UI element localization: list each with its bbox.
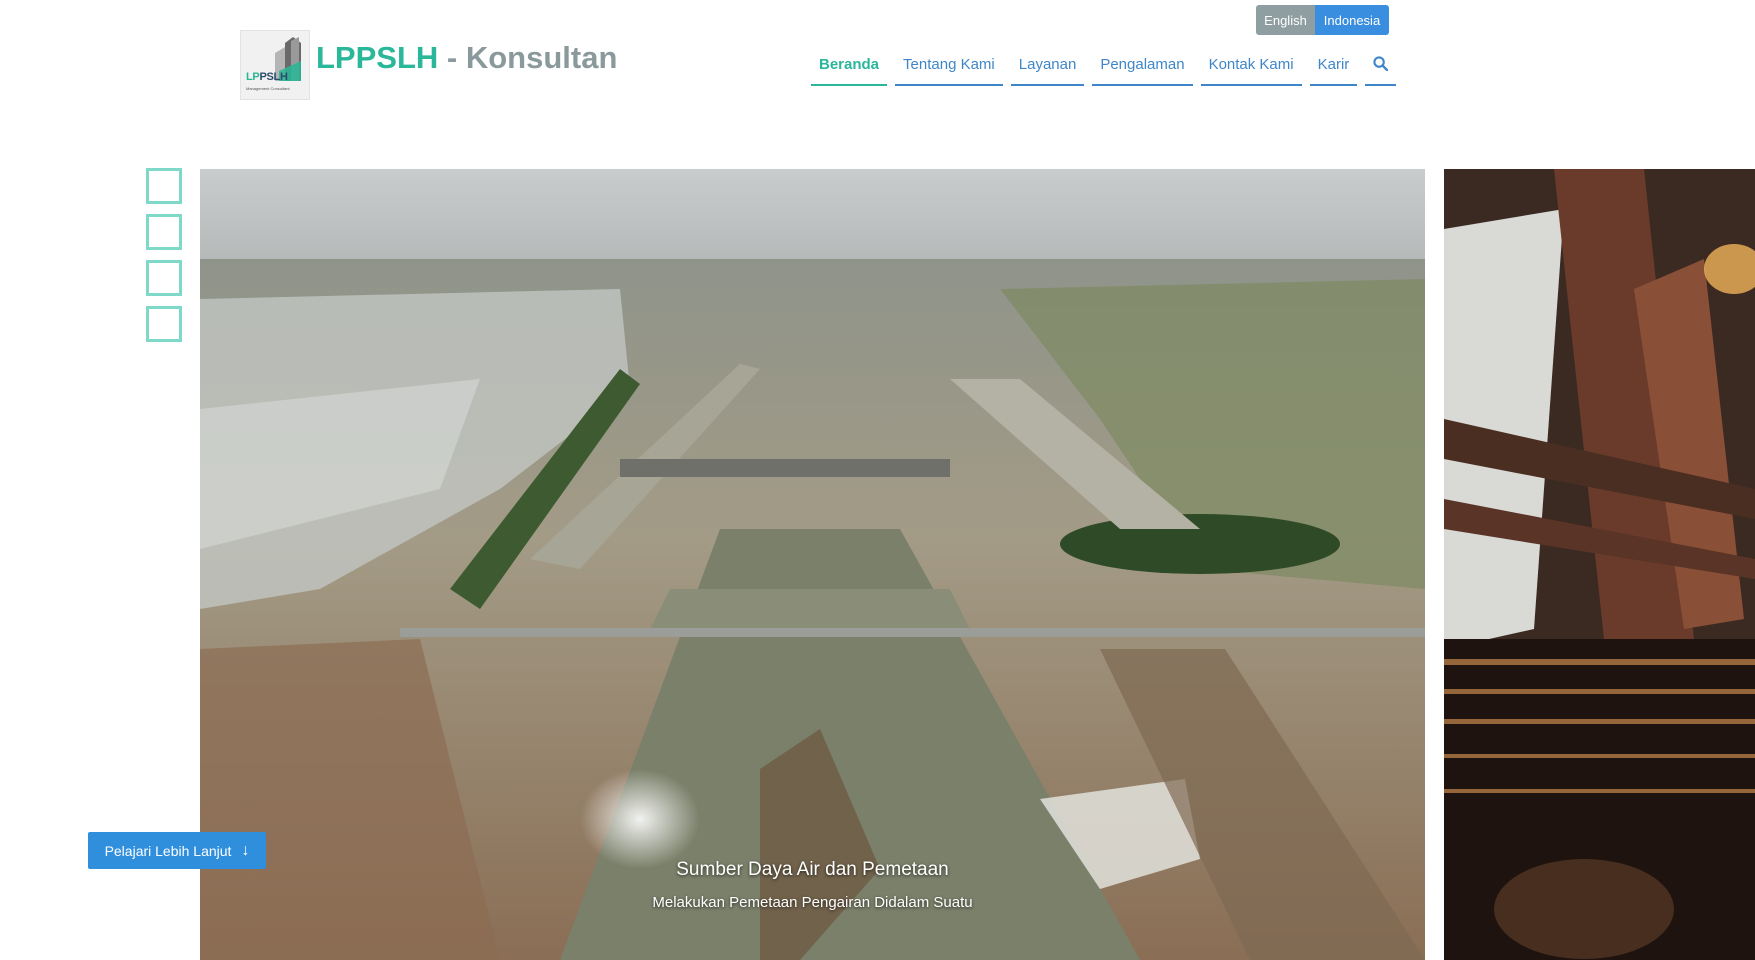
main-nav: Beranda Tentang Kami Layanan Pengalaman …	[811, 50, 1397, 86]
search-button[interactable]	[1365, 50, 1397, 86]
language-english-button[interactable]: English	[1256, 5, 1315, 35]
slide-caption-title: Sumber Daya Air dan Pemetaan	[676, 859, 949, 880]
nav-item-beranda[interactable]: Beranda	[811, 50, 888, 86]
logo[interactable]: LPPSLH Management Consultant	[240, 30, 310, 100]
logo-text: LPPSLH	[246, 71, 288, 83]
search-icon	[1373, 56, 1389, 72]
language-indonesia-button[interactable]: Indonesia	[1315, 5, 1389, 35]
slide-main[interactable]: Sumber Daya Air dan Pemetaan Melakukan P…	[200, 169, 1425, 960]
site-title-suffix: - Konsultan	[438, 40, 618, 75]
slide-caption-subtitle: Melakukan Pemetaan Pengairan Didalam Sua…	[652, 894, 973, 911]
nav-item-layanan[interactable]: Layanan	[1010, 50, 1085, 86]
slide-photo-steel	[1444, 169, 1755, 960]
slide-next-preview[interactable]	[1444, 169, 1755, 960]
slide-indicator-4[interactable]	[146, 306, 182, 342]
slide-indicator-3[interactable]	[146, 260, 182, 296]
language-switch: English Indonesia	[1256, 5, 1389, 35]
nav-item-kontak-kami[interactable]: Kontak Kami	[1200, 50, 1302, 86]
learn-more-button[interactable]: Pelajari Lebih Lanjut ↓	[88, 832, 266, 869]
nav-item-tentang-kami[interactable]: Tentang Kami	[895, 50, 1003, 86]
slide-indicators	[146, 168, 182, 342]
learn-more-label: Pelajari Lebih Lanjut	[104, 842, 232, 859]
nav-item-pengalaman[interactable]: Pengalaman	[1092, 50, 1193, 86]
site-title[interactable]: LPPSLH - Konsultan	[316, 40, 617, 76]
slide-indicator-2[interactable]	[146, 214, 182, 250]
slide-photo-river	[200, 169, 1425, 960]
logo-subtitle: Management Consultant	[246, 86, 290, 91]
site-title-brand: LPPSLH	[316, 40, 439, 75]
nav-item-karir[interactable]: Karir	[1309, 50, 1358, 86]
arrow-down-icon: ↓	[241, 841, 250, 859]
slide-indicator-1[interactable]	[146, 168, 182, 204]
